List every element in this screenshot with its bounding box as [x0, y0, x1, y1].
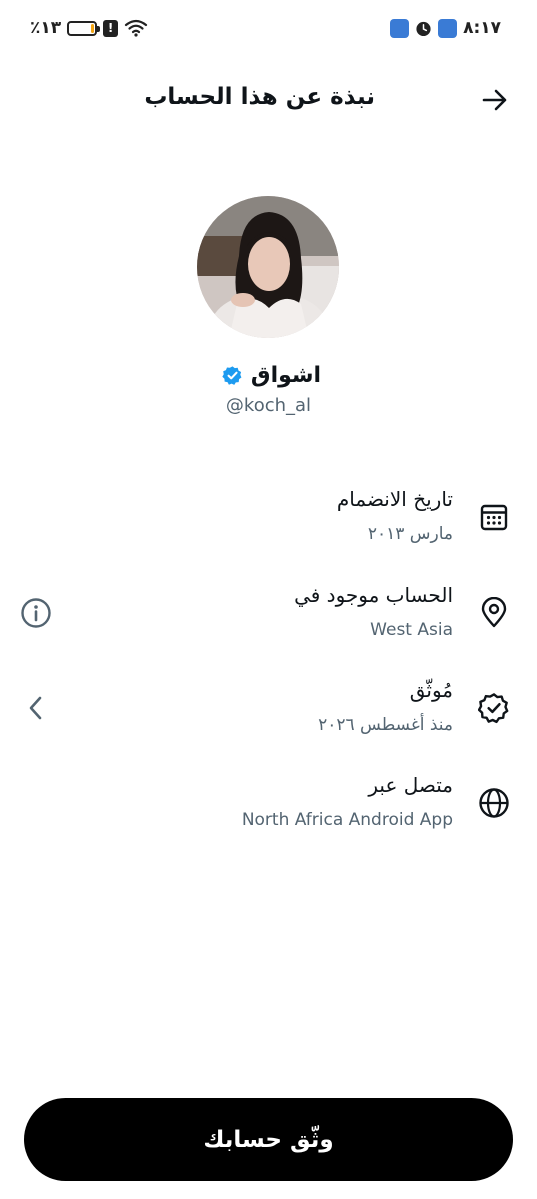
- row-title: مُوثّق: [409, 678, 453, 702]
- app-icon: [438, 18, 458, 38]
- clock-icon: [416, 21, 431, 36]
- battery-fill: [90, 23, 95, 33]
- info-circle-icon: [21, 598, 51, 628]
- verify-account-button[interactable]: وثّق حسابك: [24, 1098, 513, 1181]
- info-row-verified[interactable]: مُوثّق منذ أغسطس ٢٠٢٦: [0, 672, 537, 748]
- battery-icon: [67, 20, 101, 36]
- verified-badge-icon: [222, 366, 242, 385]
- info-row-connected-via: متصل عبر North Africa Android App: [0, 767, 537, 843]
- battery-percent: ٪١٣: [30, 18, 62, 38]
- status-bar-left: ٪١٣ !: [30, 18, 148, 38]
- alert-icon: !: [103, 19, 119, 37]
- back-button[interactable]: [479, 84, 511, 116]
- chevron-left-icon: [29, 696, 42, 720]
- location-pin-icon: [477, 596, 511, 630]
- handle: @koch_al: [225, 395, 312, 416]
- verified-details-button[interactable]: [18, 690, 54, 726]
- row-title: متصل عبر: [368, 773, 453, 797]
- status-bar: ٪١٣ ! ٨:١٧: [0, 0, 537, 60]
- verified-outline-icon: [477, 691, 511, 725]
- status-bar-right: ٨:١٧: [390, 18, 501, 38]
- row-subtitle: منذ أغسطس ٢٠٢٦: [318, 715, 453, 735]
- info-row-joined: تاريخ الانضمام مارس ٢٠١٣: [0, 481, 537, 557]
- display-name-row: اشواق: [0, 363, 537, 388]
- page-title: نبذة عن هذا الحساب: [144, 84, 375, 110]
- row-title: تاريخ الانضمام: [336, 487, 453, 511]
- arrow-right-icon: [482, 89, 507, 111]
- row-subtitle: مارس ٢٠١٣: [367, 524, 453, 544]
- row-title: الحساب موجود في: [294, 583, 453, 607]
- globe-icon: [477, 786, 511, 820]
- row-subtitle: North Africa Android App: [241, 810, 453, 830]
- avatar-image: [197, 196, 339, 338]
- status-time: ٨:١٧: [463, 18, 501, 38]
- info-button[interactable]: [18, 595, 54, 631]
- calendar-icon: [477, 500, 511, 534]
- header: نبذة عن هذا الحساب: [0, 70, 537, 130]
- display-name: اشواق: [250, 363, 322, 388]
- app-icon: [390, 18, 410, 38]
- row-subtitle: West Asia: [370, 620, 453, 640]
- wifi-icon: [125, 19, 148, 37]
- about-account-screen: ٪١٣ ! ٨:١٧ نبذة عن هذا الحساب اشواق @koc…: [0, 0, 537, 1199]
- avatar[interactable]: [197, 196, 339, 338]
- info-row-location: الحساب موجود في West Asia: [0, 577, 537, 653]
